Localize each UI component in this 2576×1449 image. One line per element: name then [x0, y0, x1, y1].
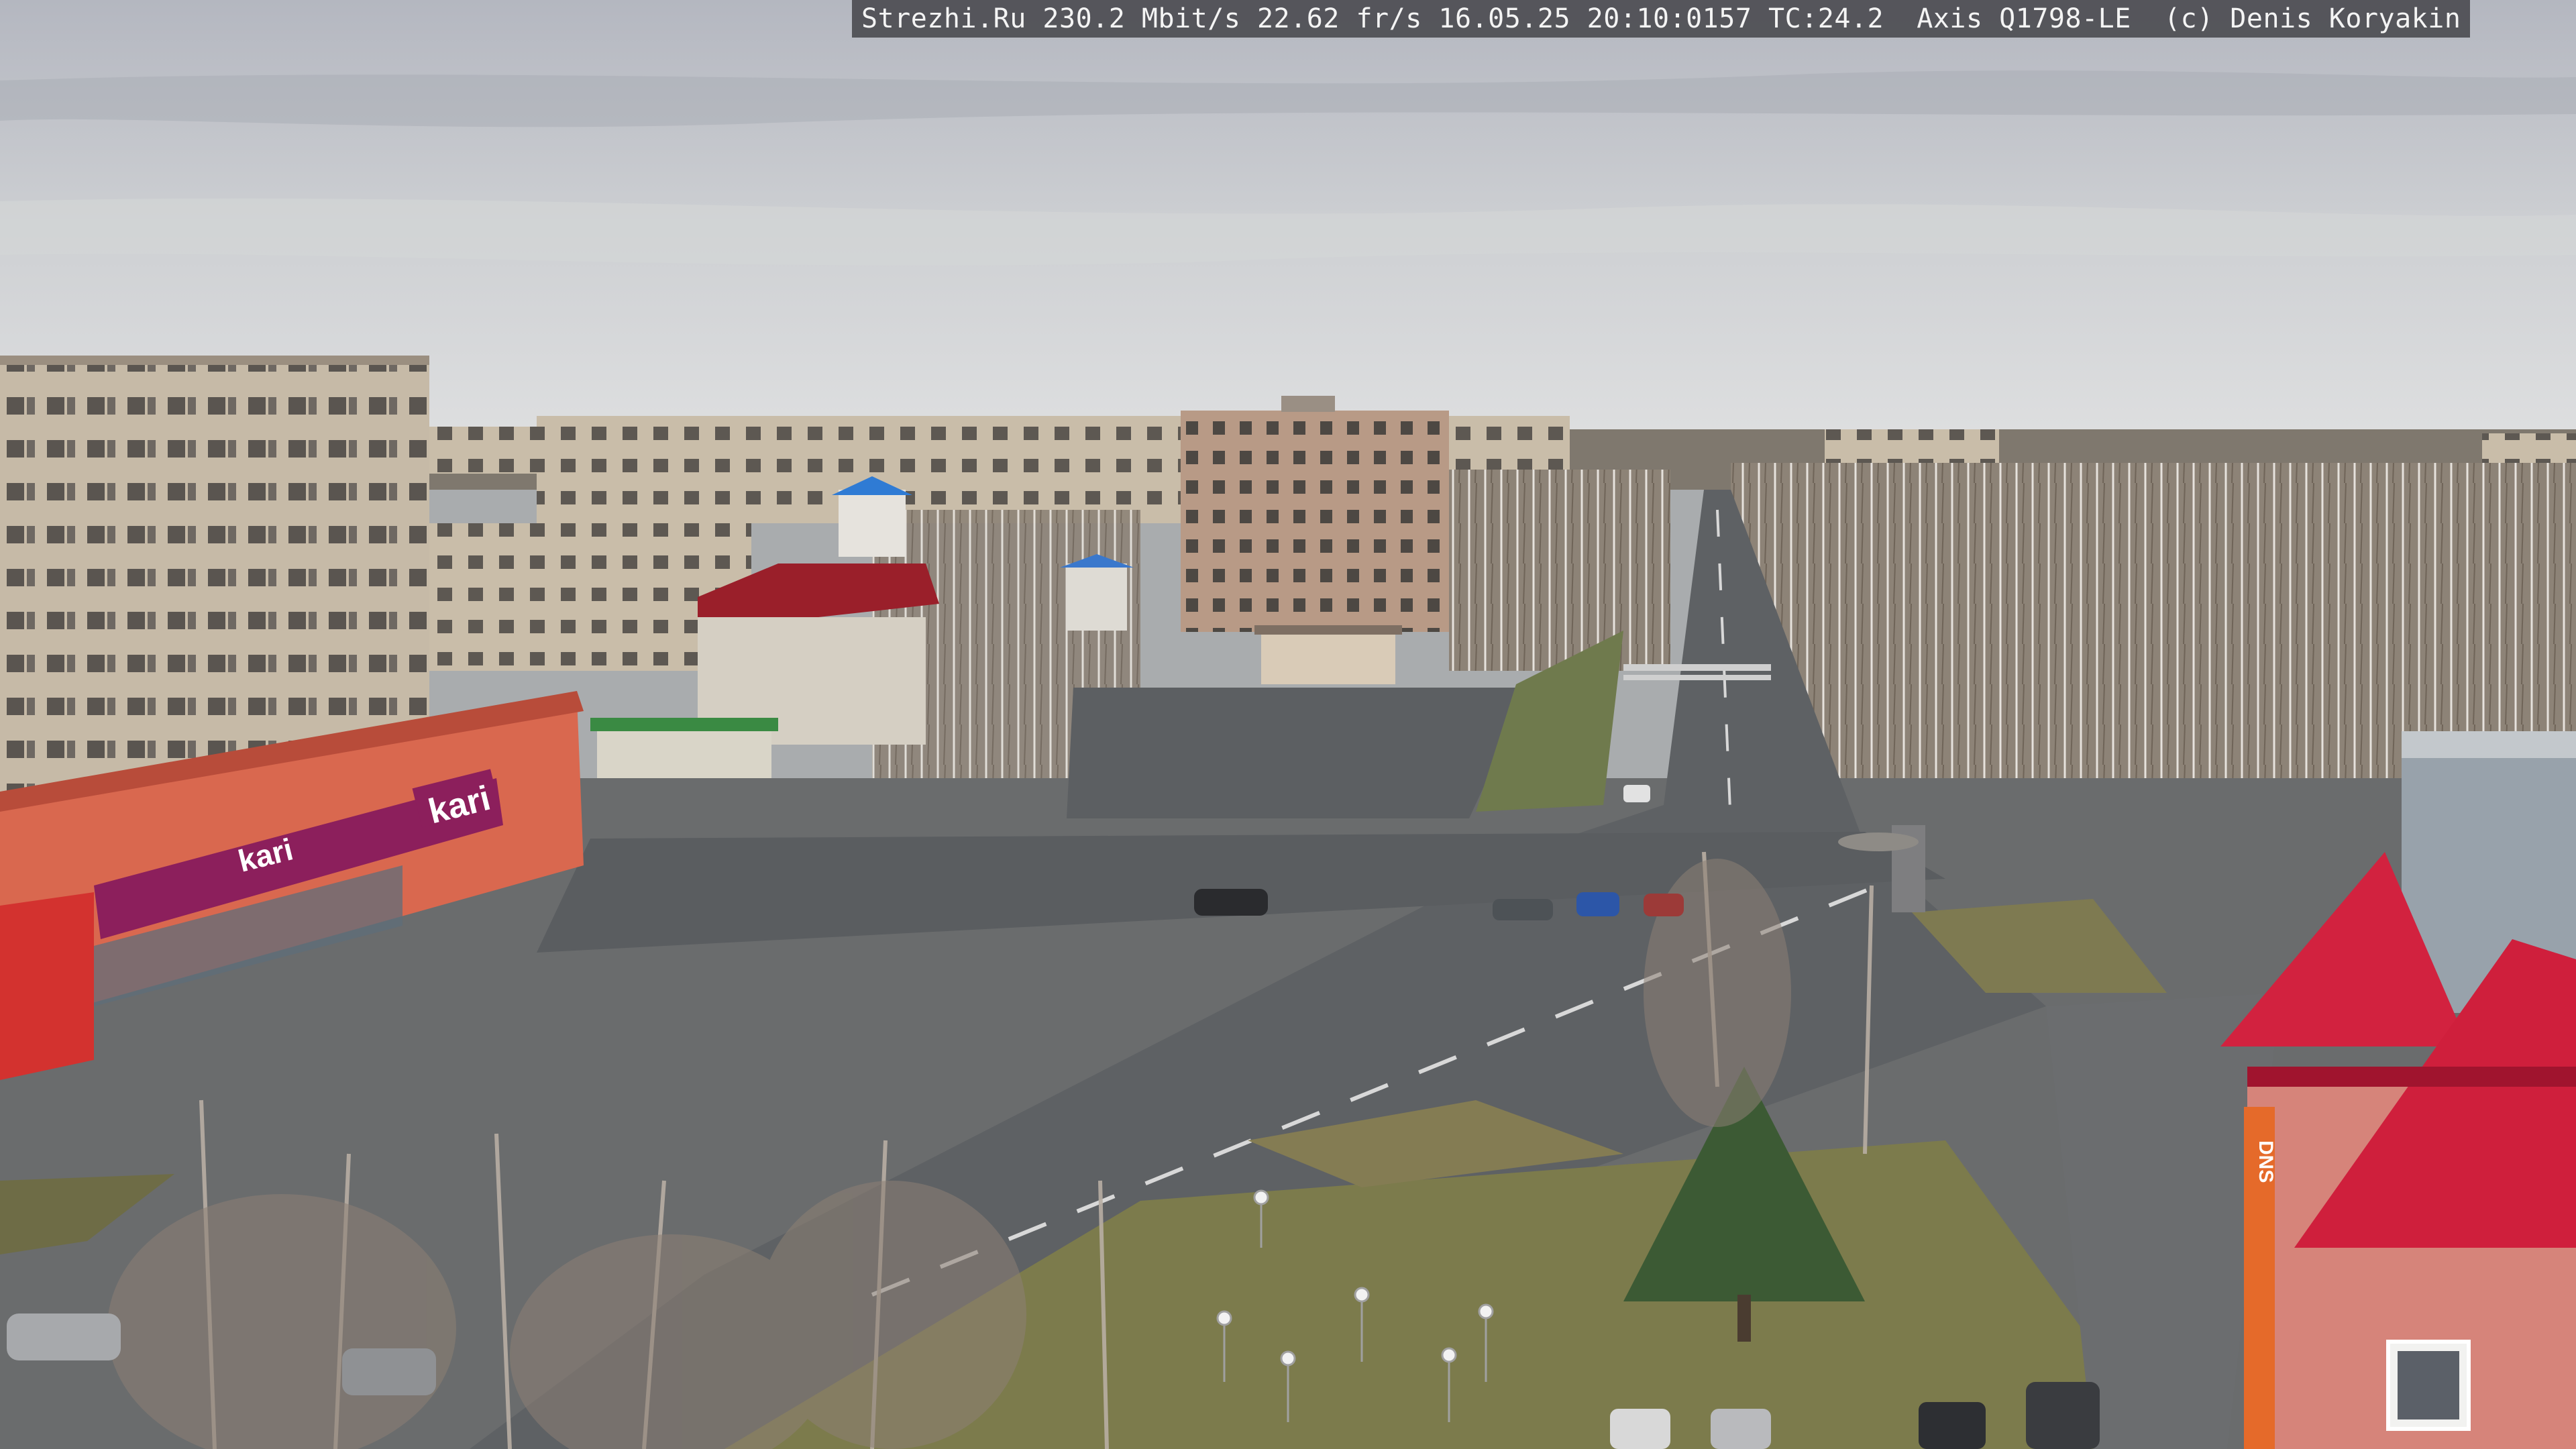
- green-roof-shop: [597, 724, 771, 778]
- car-parked-bottom-3: [1919, 1402, 1986, 1449]
- dns-sign: DNS: [2255, 1140, 2277, 1183]
- plaza: [1067, 688, 1529, 818]
- car-black-crossroad: [1194, 889, 1268, 916]
- webcam-scene: kari kari DNS: [0, 0, 2576, 1449]
- shop-red-facade: [0, 892, 94, 1080]
- camera-info-overlay: Strezhi.Ru 230.2 Mbit/s 22.62 fr/s 16.05…: [852, 0, 2471, 38]
- distant-building: [1825, 429, 1999, 463]
- car-parked-bottom-2: [1711, 1409, 1771, 1449]
- car-white-road: [1623, 785, 1650, 802]
- car-parked-bottom-4: [2026, 1382, 2100, 1449]
- plaza-pavilion: [1261, 631, 1395, 684]
- birch-grove-mid: [1449, 470, 1670, 671]
- left-apartment-block: [0, 362, 429, 792]
- blue-tower: [839, 490, 906, 557]
- car-blue: [1576, 892, 1619, 916]
- car-grey-center: [1493, 899, 1553, 920]
- car-red: [1644, 894, 1684, 916]
- car-parked-left-2: [342, 1348, 436, 1395]
- car-parked-left: [7, 1313, 121, 1360]
- central-tower: [1181, 411, 1449, 632]
- car-parked-bottom-1: [1610, 1409, 1670, 1449]
